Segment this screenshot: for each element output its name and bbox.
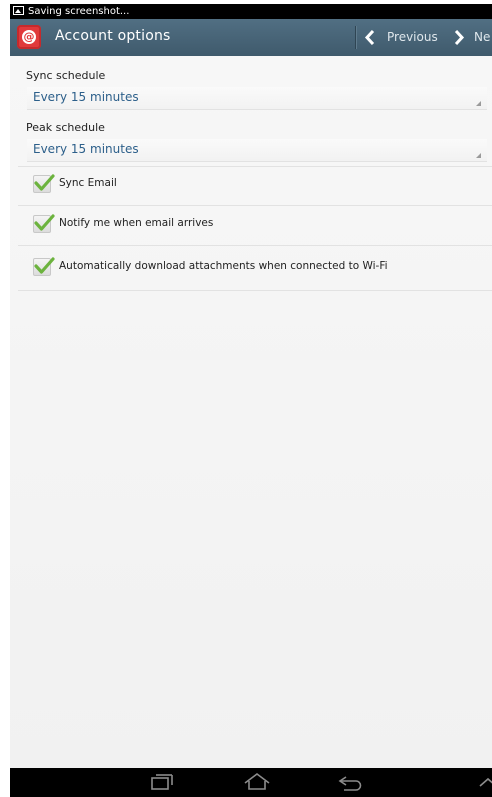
action-bar: @ Account options Previous Ne — [10, 19, 492, 56]
sync-schedule-value: Every 15 minutes — [33, 90, 139, 104]
chevron-right-icon — [454, 30, 465, 45]
email-app-icon[interactable]: @ — [17, 25, 41, 49]
divider — [18, 245, 492, 246]
auto-download-label: Automatically download attachments when … — [59, 260, 388, 272]
next-button[interactable]: Ne — [451, 19, 492, 56]
dropdown-arrow-icon — [476, 101, 481, 106]
back-icon[interactable] — [332, 772, 372, 792]
notify-email-checkbox[interactable] — [33, 214, 55, 233]
auto-download-checkbox[interactable] — [33, 257, 55, 276]
next-label: Ne — [474, 30, 491, 44]
notify-email-option[interactable]: Notify me when email arrives — [18, 205, 492, 245]
up-chevron-icon[interactable] — [472, 772, 492, 792]
screenshot-icon — [13, 6, 24, 15]
checkmark-icon — [34, 257, 55, 274]
peak-schedule-label: Peak schedule — [26, 121, 105, 134]
screen: Saving screenshot... @ Account options P… — [0, 0, 492, 797]
sync-email-label: Sync Email — [59, 177, 117, 189]
sync-email-option[interactable]: Sync Email — [18, 165, 492, 205]
divider — [355, 26, 356, 49]
auto-download-option[interactable]: Automatically download attachments when … — [18, 248, 492, 288]
previous-label: Previous — [387, 30, 438, 44]
status-text: Saving screenshot... — [28, 6, 130, 17]
checkmark-icon — [34, 174, 55, 191]
sync-email-checkbox[interactable] — [33, 174, 55, 193]
sync-schedule-select[interactable]: Every 15 minutes — [27, 87, 487, 110]
checkmark-icon — [34, 214, 55, 231]
peak-schedule-value: Every 15 minutes — [33, 142, 139, 156]
divider — [18, 290, 492, 291]
page-title: Account options — [55, 28, 171, 44]
dropdown-arrow-icon — [476, 153, 481, 158]
recent-apps-icon[interactable] — [142, 772, 182, 792]
navigation-bar — [10, 768, 492, 797]
sync-schedule-label: Sync schedule — [26, 69, 106, 82]
notify-email-label: Notify me when email arrives — [59, 217, 214, 229]
home-icon[interactable] — [237, 772, 277, 792]
previous-button[interactable]: Previous — [363, 19, 443, 56]
chevron-left-icon — [364, 30, 375, 45]
settings-content: Sync schedule Every 15 minutes Peak sche… — [10, 56, 492, 768]
peak-schedule-select[interactable]: Every 15 minutes — [27, 139, 487, 162]
status-bar: Saving screenshot... — [10, 4, 492, 19]
